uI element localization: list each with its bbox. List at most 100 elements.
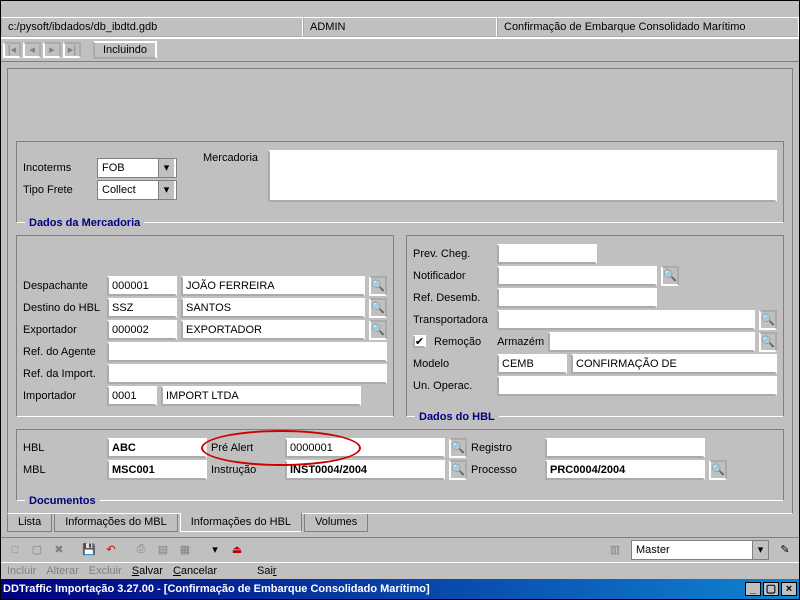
menu-alterar: Alterar <box>46 565 78 577</box>
tab-lista[interactable]: Lista <box>7 513 52 532</box>
armazem-field[interactable] <box>548 332 755 352</box>
tool-save-icon[interactable]: 💾 <box>79 540 99 560</box>
ref-agente-field[interactable] <box>107 342 387 362</box>
incoterms-combo[interactable]: ▾ <box>97 158 177 178</box>
chevron-down-icon[interactable]: ▾ <box>158 181 174 199</box>
incoterms-input[interactable] <box>98 159 158 177</box>
hbl-label: HBL <box>23 442 103 454</box>
destino-hbl-label: Destino do HBL <box>23 302 103 314</box>
group-documentos: Documentos MBL MSC001 Instrução INST0004… <box>16 429 784 501</box>
tool-dropdown-icon[interactable]: ▾ <box>205 540 225 560</box>
processo-label: Processo <box>471 464 541 476</box>
un-operac-label: Un. Operac. <box>413 380 493 392</box>
processo-field[interactable]: PRC0004/2004 <box>545 460 705 480</box>
exportador-name: EXPORTADOR <box>181 320 365 340</box>
transportadora-field[interactable] <box>497 310 755 330</box>
menu-salvar[interactable]: Salvar <box>132 565 163 577</box>
destino-lookup-icon[interactable]: 🔍 <box>369 298 387 318</box>
armazem-label: Armazém <box>497 336 544 348</box>
prealert-label: Pré Alert <box>211 442 281 454</box>
despachante-code[interactable]: 000001 <box>107 276 177 296</box>
ref-import-field[interactable] <box>107 364 387 384</box>
tipo-frete-combo[interactable]: ▾ <box>97 180 177 200</box>
chevron-down-icon[interactable]: ▾ <box>752 541 768 559</box>
ref-import-label: Ref. da Import. <box>23 368 103 380</box>
nav-first-icon[interactable]: |◂ <box>3 42 21 58</box>
status-path: c:/pysoft/ibdados/db_ibdtd.gdb <box>1 17 303 37</box>
instrucao-field[interactable]: INST0004/2004 <box>285 460 445 480</box>
close-button[interactable]: × <box>781 582 797 596</box>
tab-volumes[interactable]: Volumes <box>304 513 368 532</box>
instrucao-lookup-icon[interactable]: 🔍 <box>449 460 467 480</box>
ref-desemb-field[interactable] <box>497 288 657 308</box>
armazem-lookup-icon[interactable]: 🔍 <box>759 332 777 352</box>
despachante-name: JOÃO FERREIRA <box>181 276 365 296</box>
tab-info-mbl[interactable]: Informações do MBL <box>54 513 178 532</box>
exportador-lookup-icon[interactable]: 🔍 <box>369 320 387 340</box>
destino-code[interactable]: SSZ <box>107 298 177 318</box>
remocao-label: Remoção <box>434 336 481 348</box>
master-input[interactable] <box>632 541 752 559</box>
documentos-legend: Documentos <box>29 495 96 507</box>
tab-info-hbl[interactable]: Informações do HBL <box>180 513 302 532</box>
mercadoria-label: Mercadoria <box>203 152 258 164</box>
hbl-field[interactable]: ABC <box>107 438 207 458</box>
un-operac-field[interactable] <box>497 376 777 396</box>
menu-excluir: Excluir <box>89 565 122 577</box>
menu-cancelar[interactable]: Cancelar <box>173 565 217 577</box>
maximize-button[interactable]: ▢ <box>763 582 779 596</box>
modelo-code[interactable]: CEMB <box>497 354 567 374</box>
despachante-label: Despachante <box>23 280 103 292</box>
mbl-label: MBL <box>23 464 103 476</box>
exportador-code[interactable]: 000002 <box>107 320 177 340</box>
group-dados-hbl: Dados do HBL Un. Operac. Modelo CEMB CON… <box>406 235 784 417</box>
minimize-button[interactable]: _ <box>745 582 761 596</box>
despachante-lookup-icon[interactable]: 🔍 <box>369 276 387 296</box>
tool-open-icon: ▢ <box>27 540 47 560</box>
chevron-down-icon[interactable]: ▾ <box>158 159 174 177</box>
remocao-checkbox[interactable]: ✔ <box>413 336 426 349</box>
master-combo[interactable]: ▾ <box>631 540 769 560</box>
group-mercadoria: Dados da Mercadoria Tipo Frete ▾ Incoter… <box>16 141 784 223</box>
ref-agente-label: Ref. do Agente <box>23 346 103 358</box>
tab-strip: Lista Informações do MBL Informações do … <box>1 514 799 537</box>
importador-label: Importador <box>23 390 103 402</box>
mercadoria-textarea[interactable] <box>268 150 777 202</box>
tool-page-icon: ▤ <box>153 540 173 560</box>
nav-prev-icon[interactable]: ◂ <box>23 42 41 58</box>
nav-next-icon[interactable]: ▸ <box>43 42 61 58</box>
status-bar: c:/pysoft/ibdados/db_ibdtd.gdb ADMIN Con… <box>1 17 799 38</box>
record-state: Incluindo <box>93 41 157 59</box>
incoterms-label: Incoterms <box>23 162 93 174</box>
registro-field[interactable] <box>545 438 705 458</box>
prealert-field[interactable]: 0000001 <box>285 438 445 458</box>
prealert-lookup-icon[interactable]: 🔍 <box>449 438 467 458</box>
modelo-label: Modelo <box>413 358 493 370</box>
menu-sair[interactable]: Sair <box>257 565 277 577</box>
transportadora-label: Transportadora <box>413 314 493 326</box>
transportadora-lookup-icon[interactable]: 🔍 <box>759 310 777 330</box>
main-panel: Documentos MBL MSC001 Instrução INST0004… <box>7 68 793 514</box>
notificador-label: Notificador <box>413 270 493 282</box>
notificador-field[interactable] <box>497 266 657 286</box>
app-title: DDTraffic Importação 3.27.00 - [Confirma… <box>3 583 430 595</box>
nav-strip: |◂ ◂ ▸ ▸| Incluindo <box>1 38 799 62</box>
modelo-name: CONFIRMAÇÃO DE <box>571 354 777 374</box>
edit-master-icon[interactable]: ✎ <box>775 540 795 560</box>
menu-bar: Incluir Alterar Excluir Salvar Cancelar … <box>1 563 799 579</box>
tool-exit-icon[interactable]: ⏏ <box>227 540 247 560</box>
mbl-field[interactable]: MSC001 <box>107 460 207 480</box>
tool-del-icon: ✖ <box>49 540 69 560</box>
prev-cheg-field[interactable] <box>497 244 597 264</box>
tipo-frete-input[interactable] <box>98 181 158 199</box>
menu-incluir: Incluir <box>7 565 36 577</box>
tool-undo-icon[interactable]: ↶ <box>101 540 121 560</box>
importador-code[interactable]: 0001 <box>107 386 157 406</box>
processo-lookup-icon[interactable]: 🔍 <box>709 460 727 480</box>
nav-last-icon[interactable]: ▸| <box>63 42 81 58</box>
toolbar: □ ▢ ✖ 💾 ↶ ⎙ ▤ ▦ ▾ ⏏ ▥ ▾ ✎ <box>1 537 799 563</box>
tool-new-icon: □ <box>5 540 25 560</box>
instrucao-label: Instrução <box>211 464 281 476</box>
mercadoria-legend: Dados da Mercadoria <box>29 217 140 229</box>
notificador-lookup-icon[interactable]: 🔍 <box>661 266 679 286</box>
